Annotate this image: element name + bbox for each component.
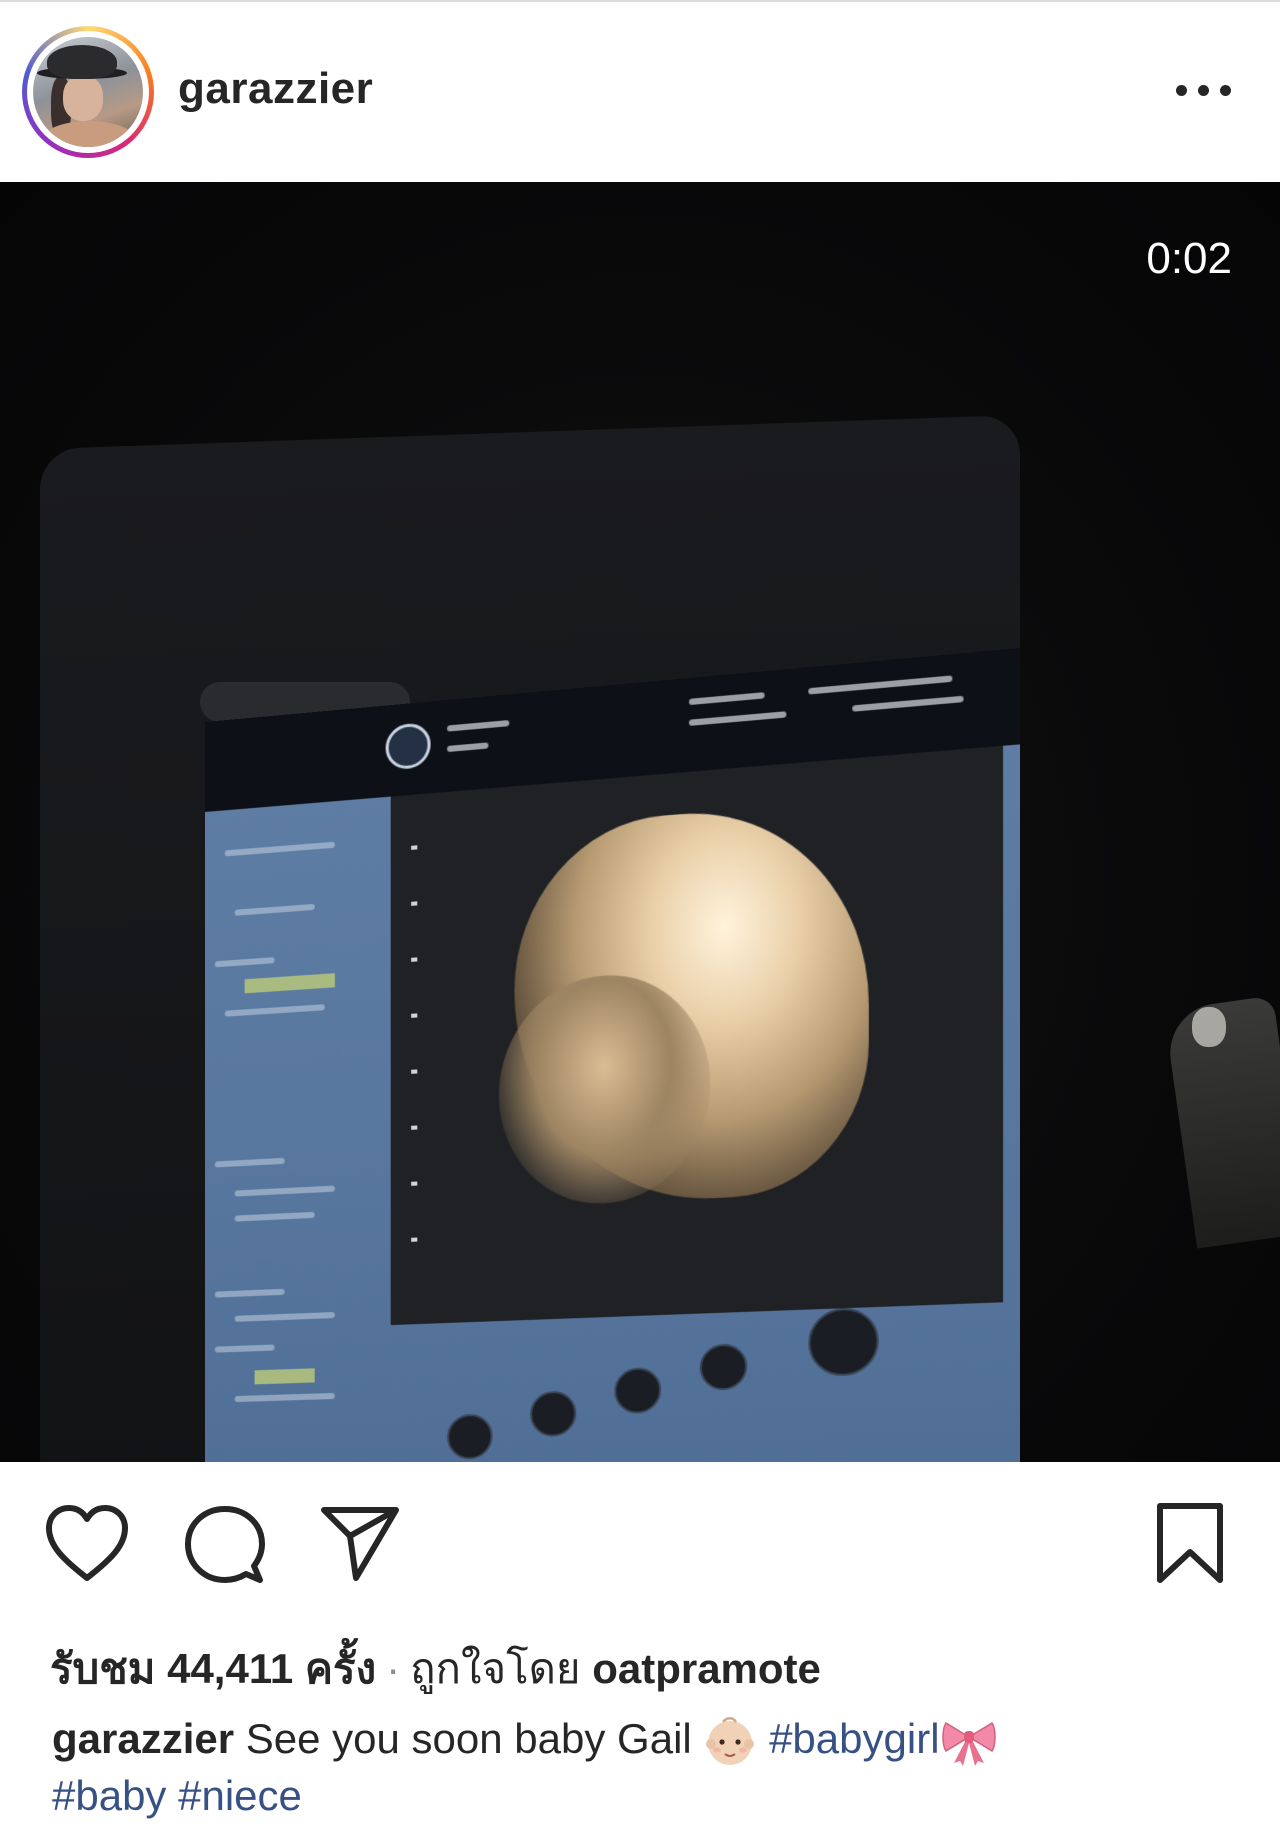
avatar[interactable] bbox=[22, 26, 154, 158]
bookmark-icon[interactable] bbox=[1154, 1502, 1226, 1586]
more-horizontal-icon[interactable] bbox=[1176, 82, 1236, 100]
heart-icon[interactable] bbox=[44, 1504, 130, 1584]
hashtag-baby[interactable]: #baby bbox=[52, 1772, 166, 1819]
views-prefix[interactable]: รับชม bbox=[50, 1645, 155, 1692]
avatar-image bbox=[33, 37, 143, 147]
post-header: garazzier bbox=[0, 2, 1280, 182]
separator: · bbox=[386, 1645, 400, 1692]
action-bar bbox=[0, 1462, 1280, 1612]
caption-username[interactable]: garazzier bbox=[52, 1715, 234, 1762]
views-and-likes: รับชม 44,411 ครั้ง · ถูกใจโดย oatpramote bbox=[50, 1636, 821, 1702]
liked-by-user[interactable]: oatpramote bbox=[592, 1645, 821, 1692]
hashtag-niece[interactable]: #niece bbox=[178, 1772, 302, 1819]
hashtag-babygirl[interactable]: #babygirl bbox=[769, 1715, 939, 1762]
ribbon-emoji bbox=[940, 1717, 998, 1767]
caption-text: See you soon baby Gail bbox=[246, 1715, 692, 1762]
baby-emoji bbox=[703, 1715, 757, 1769]
video-ultrasound-screen bbox=[205, 648, 1020, 1462]
post-username[interactable]: garazzier bbox=[178, 64, 373, 114]
post-caption: garazzier See you soon baby Gail #babygi… bbox=[52, 1712, 1232, 1823]
liked-by-label: ถูกใจโดย bbox=[410, 1645, 580, 1692]
send-icon[interactable] bbox=[318, 1504, 402, 1584]
post-video[interactable]: 0:02 bbox=[0, 182, 1280, 1462]
comment-icon[interactable] bbox=[184, 1504, 266, 1586]
video-timer: 0:02 bbox=[1146, 234, 1232, 284]
views-suffix[interactable]: ครั้ง bbox=[305, 1645, 376, 1692]
views-count[interactable]: 44,411 bbox=[167, 1645, 293, 1692]
